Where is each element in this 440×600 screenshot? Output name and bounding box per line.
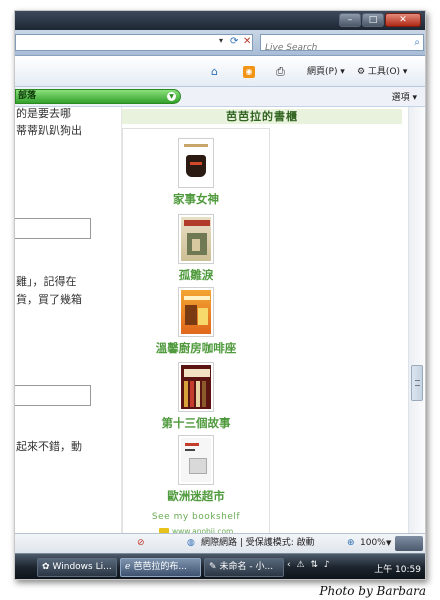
browser-window: – □ ✕ ▾ ⟳ ✕ ⌕ ⌂ ◉ ⎙ 網頁(P) ▾ ⚙ 工具(O) ▾ 部落… xyxy=(14,10,426,580)
bookshelf-widget: 家事女神 孤雛淚 溫馨廚房咖啡座 第十三個故事 歐洲迷超市 See my boo… xyxy=(122,128,270,542)
text-input-field[interactable] xyxy=(15,218,91,239)
close-button[interactable]: ✕ xyxy=(385,13,421,27)
stop-icon[interactable]: ✕ xyxy=(243,35,255,48)
security-zone-text[interactable]: 網際網路 | 受保護模式: 啟動 xyxy=(201,537,315,550)
taskbar: ✿ Windows Li... ℯ 芭芭拉的布... ✎ 未命名 - 小... ‹ ⚠… xyxy=(15,553,425,579)
taskbar-button-windows-live[interactable]: ✿ Windows Li... xyxy=(37,558,117,577)
title-bar: – □ ✕ xyxy=(15,11,425,30)
vertical-scrollbar[interactable] xyxy=(408,107,425,533)
taskbar-button-browser[interactable]: ℯ 芭芭拉的布... xyxy=(120,558,201,577)
status-corner xyxy=(395,536,423,551)
task-label: 未命名 - 小... xyxy=(219,562,274,572)
book-cover-icon[interactable] xyxy=(178,287,214,337)
page-content: 的是要去哪 蒂蒂趴趴狗出 雞」，記得在 貨，買了幾箱 起來不錯，動 芭芭拉的書櫃… xyxy=(15,107,425,542)
book-title[interactable]: 家事女神 xyxy=(123,191,269,207)
popup-blocker-icon[interactable]: ⊘ xyxy=(137,537,145,550)
task-label: 芭芭拉的布... xyxy=(133,562,187,572)
ie-icon: ℯ xyxy=(125,562,131,572)
address-row: ▾ ⟳ ✕ ⌕ xyxy=(15,30,425,56)
print-icon[interactable]: ⎙ xyxy=(276,65,285,79)
taskbar-button-paint[interactable]: ✎ 未命名 - 小... xyxy=(204,558,284,577)
task-label: Windows Li... xyxy=(52,562,112,572)
book-item[interactable]: 第十三個故事 xyxy=(123,362,269,431)
book-item[interactable]: 孤雛淚 xyxy=(123,214,269,283)
clock[interactable]: 上午 10:59 xyxy=(374,562,421,575)
search-box: ⌕ xyxy=(260,34,424,56)
security-icon[interactable]: ⚠ xyxy=(296,560,304,570)
address-field[interactable] xyxy=(15,34,253,51)
grip-icon xyxy=(415,380,420,386)
chevron-left-icon[interactable]: ‹ xyxy=(287,560,291,570)
book-title[interactable]: 溫馨廚房咖啡座 xyxy=(123,340,269,356)
see-bookshelf-link[interactable]: See my bookshelf xyxy=(123,512,269,522)
tab-strip: 部落 ▼ 選項 ▾ xyxy=(15,87,425,107)
address-dropdown-icon[interactable]: ▾ xyxy=(219,36,223,45)
book-item[interactable]: 歐洲迷超市 xyxy=(123,435,269,504)
globe-icon: ◍ xyxy=(187,538,195,548)
book-cover-icon[interactable] xyxy=(178,138,214,188)
system-tray: ‹ ⚠ ⇅ ♪ xyxy=(287,560,333,570)
chevron-down-icon[interactable]: ▼ xyxy=(386,537,391,550)
network-icon[interactable]: ⇅ xyxy=(310,560,318,570)
post-text-line: 雞」，記得在 xyxy=(16,275,77,288)
options-menu[interactable]: 選項 ▾ xyxy=(392,90,417,103)
text-input-field[interactable] xyxy=(15,385,91,406)
book-cover-icon[interactable] xyxy=(178,214,214,264)
book-item[interactable]: 家事女神 xyxy=(123,138,269,207)
zoom-icon: ⊕ xyxy=(347,538,355,548)
search-input[interactable] xyxy=(265,40,400,56)
windows-live-icon: ✿ xyxy=(42,562,50,572)
browser-tab[interactable]: 部落 ▼ xyxy=(15,89,181,104)
home-icon[interactable]: ⌂ xyxy=(211,65,218,79)
chevron-down-icon[interactable]: ▼ xyxy=(167,92,176,101)
book-cover-icon[interactable] xyxy=(178,362,214,412)
post-text-line: 的是要去哪 xyxy=(16,107,71,120)
post-text-line: 起來不錯，動 xyxy=(16,440,82,453)
zoom-level[interactable]: 100% xyxy=(360,537,386,550)
tools-menu[interactable]: ⚙ 工具(O) ▾ xyxy=(357,65,407,79)
paint-icon: ✎ xyxy=(209,562,217,572)
book-title[interactable]: 歐洲迷超市 xyxy=(123,488,269,504)
post-text-line: 蒂蒂趴趴狗出 xyxy=(16,124,82,137)
post-text-line: 貨，買了幾箱 xyxy=(16,293,82,306)
book-cover-icon[interactable] xyxy=(178,435,214,485)
maximize-button[interactable]: □ xyxy=(362,13,384,27)
search-icon[interactable]: ⌕ xyxy=(414,35,420,50)
minimize-button[interactable]: – xyxy=(339,13,361,27)
tab-label: 部落 xyxy=(18,91,37,101)
bookshelf-header: 芭芭拉的書櫃 xyxy=(122,109,402,124)
book-item[interactable]: 溫馨廚房咖啡座 xyxy=(123,287,269,356)
command-bar: ⌂ ◉ ⎙ 網頁(P) ▾ ⚙ 工具(O) ▾ xyxy=(15,56,425,87)
page-menu[interactable]: 網頁(P) ▾ xyxy=(307,65,345,79)
feeds-icon[interactable]: ◉ xyxy=(243,66,255,78)
book-title[interactable]: 第十三個故事 xyxy=(123,415,269,431)
volume-icon[interactable]: ♪ xyxy=(324,560,330,570)
refresh-icon[interactable]: ⟳ xyxy=(230,35,242,48)
photo-credit: Photo by Barbara xyxy=(319,584,426,598)
status-bar: ⊘ ◍ 網際網路 | 受保護模式: 啟動 ⊕ 100% ▼ xyxy=(15,533,425,553)
scrollbar-thumb[interactable] xyxy=(411,365,423,401)
book-title[interactable]: 孤雛淚 xyxy=(123,267,269,283)
blog-post-column: 的是要去哪 蒂蒂趴趴狗出 雞」，記得在 貨，買了幾箱 起來不錯，動 xyxy=(15,107,121,533)
